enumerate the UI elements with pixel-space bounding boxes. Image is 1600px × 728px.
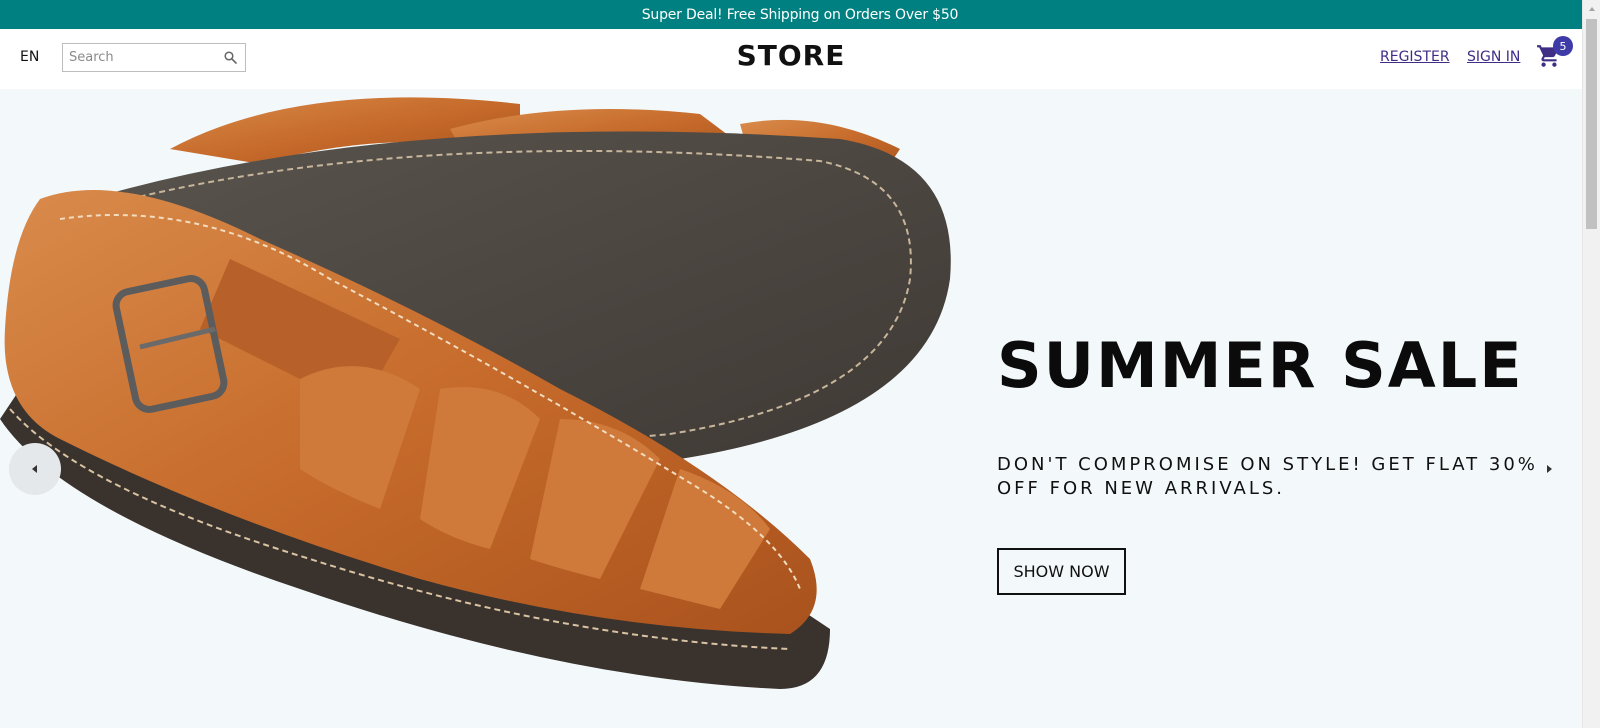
scroll-up-icon[interactable]: [1583, 0, 1600, 17]
store-logo[interactable]: STORE: [737, 39, 846, 72]
hero-slider: SUMMER SALE DON'T COMPROMISE ON STYLE! G…: [0, 89, 1582, 728]
search-icon[interactable]: [221, 49, 239, 67]
sign-in-link[interactable]: SIGN IN: [1467, 49, 1520, 65]
cart-count-badge: 5: [1553, 36, 1573, 56]
sandal-image: [0, 97, 951, 689]
announcement-text: Super Deal! Free Shipping on Orders Over…: [641, 6, 959, 23]
hero-title: SUMMER SALE: [997, 329, 1524, 402]
show-now-button[interactable]: SHOW NOW: [997, 548, 1126, 595]
announcement-bar: Super Deal! Free Shipping on Orders Over…: [0, 0, 1600, 29]
language-selector[interactable]: EN: [20, 49, 39, 65]
cart-button[interactable]: 5: [1536, 36, 1573, 73]
arrow-left-icon: [32, 465, 37, 473]
search-input[interactable]: [63, 50, 221, 65]
header: EN STORE REGISTER SIGN IN 5: [0, 29, 1582, 89]
search-box: [62, 43, 246, 72]
hero-description: DON'T COMPROMISE ON STYLE! GET FLAT 30% …: [997, 454, 1538, 499]
register-link[interactable]: REGISTER: [1380, 49, 1450, 65]
page-scrollbar[interactable]: [1582, 0, 1600, 728]
scrollbar-thumb[interactable]: [1586, 19, 1597, 229]
prev-slide-button[interactable]: [9, 443, 61, 495]
